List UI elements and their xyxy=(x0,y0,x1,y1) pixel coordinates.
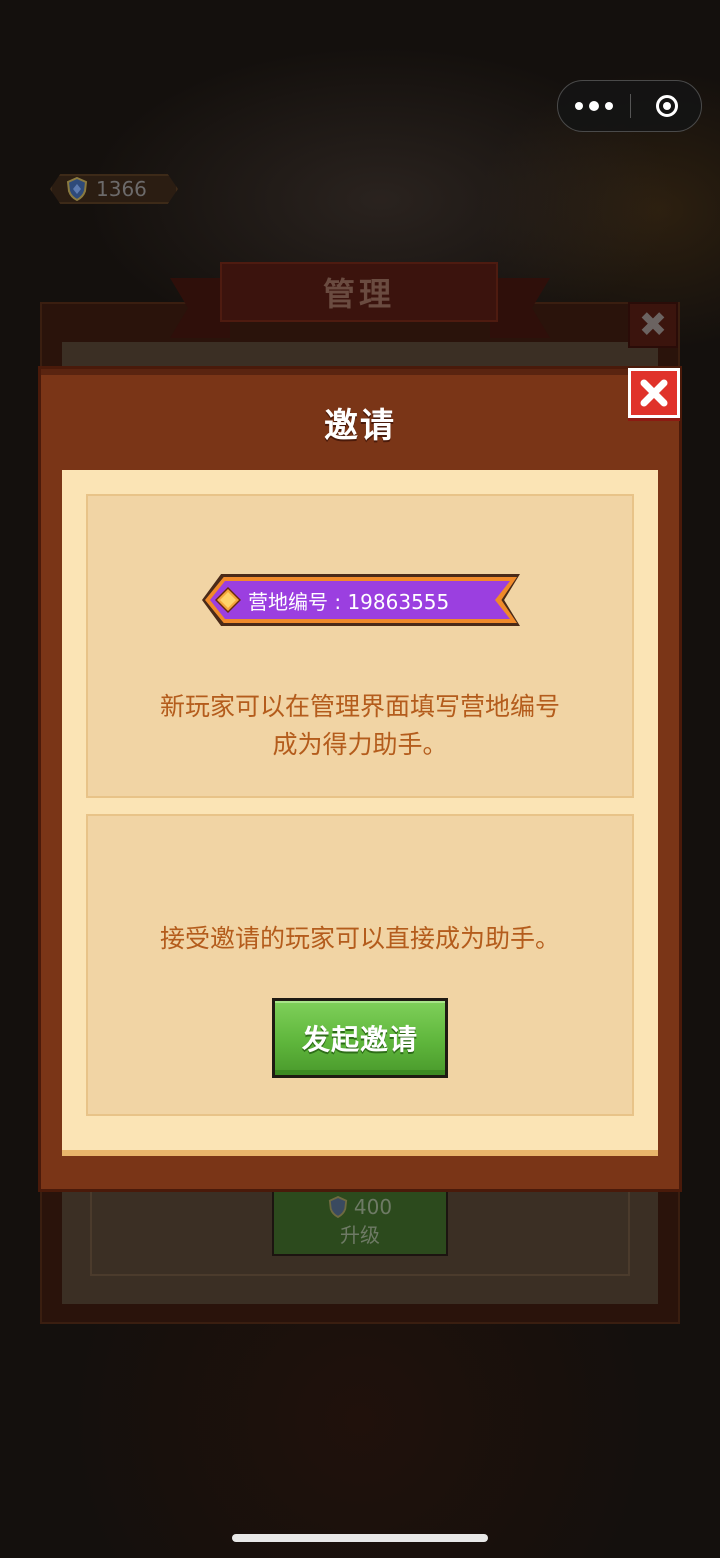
background-upgrade-button: 400 升级 xyxy=(272,1186,448,1256)
description-line-1: 新玩家可以在管理界面填写营地编号 xyxy=(159,692,560,721)
mini-program-close-icon[interactable] xyxy=(631,81,703,131)
background-panel-title: 管理 xyxy=(220,262,498,322)
send-invite-label: 发起邀请 xyxy=(275,1001,445,1075)
camp-id-description: 新玩家可以在管理界面填写营地编号 成为得力助手。 xyxy=(86,688,634,764)
camp-id-label: 营地编号 : 19863555 xyxy=(248,590,450,614)
close-button[interactable] xyxy=(628,368,680,418)
shield-gem-icon xyxy=(66,177,88,201)
description-line-2: 成为得力助手。 xyxy=(272,730,448,759)
more-dots-icon[interactable] xyxy=(558,81,630,131)
currency-value: 1366 xyxy=(96,177,147,201)
dialog-title: 邀请 xyxy=(324,406,396,446)
mini-program-capsule xyxy=(557,80,702,132)
shield-gem-icon xyxy=(328,1195,348,1218)
background-close-button: ✖ xyxy=(628,302,678,348)
upgrade-label: 升级 xyxy=(340,1222,380,1247)
currency-badge: 1366 xyxy=(50,174,178,204)
diamond-gem-icon xyxy=(215,587,241,613)
upgrade-cost: 400 xyxy=(353,1194,393,1219)
camp-id-tag: 营地编号 : 19863555 xyxy=(202,574,520,626)
invite-description: 接受邀请的玩家可以直接成为助手。 xyxy=(159,924,560,953)
home-indicator[interactable] xyxy=(232,1534,488,1542)
close-x-icon xyxy=(640,379,668,407)
send-invite-button[interactable]: 发起邀请 xyxy=(272,998,448,1078)
